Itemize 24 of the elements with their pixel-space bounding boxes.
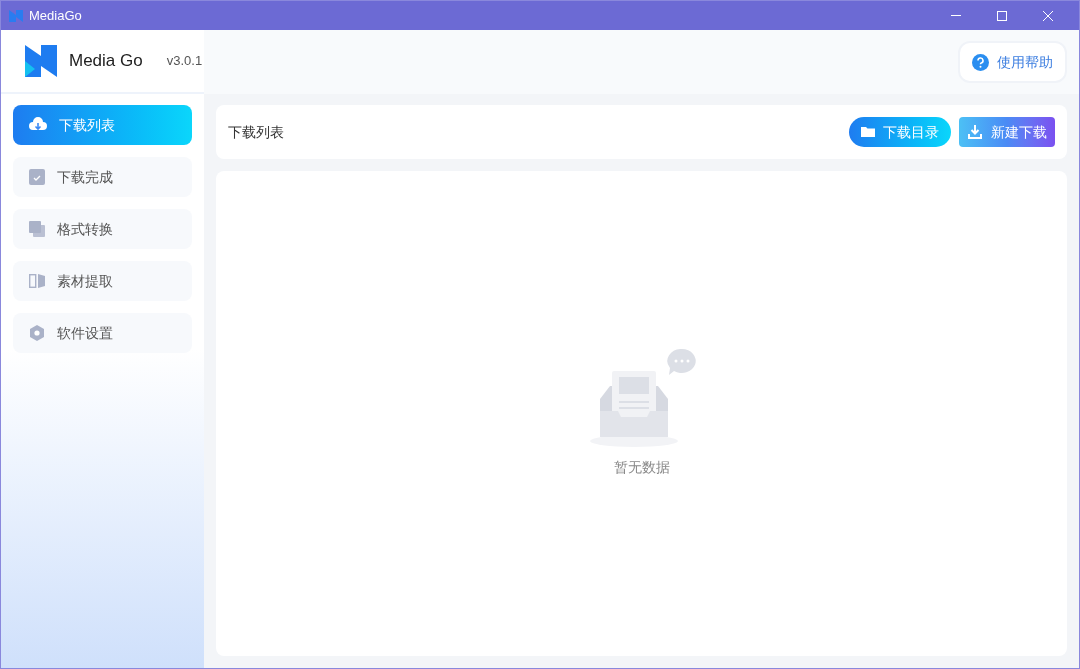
- app-logo-icon: [9, 9, 23, 22]
- app-name: Media Go: [69, 50, 143, 73]
- sidebar-item[interactable]: 下载完成: [13, 157, 192, 197]
- app-logo-icon: [25, 45, 57, 77]
- convert-icon: [29, 221, 45, 237]
- help-button[interactable]: 使用帮助: [958, 41, 1067, 83]
- page-title: 下载列表: [228, 122, 284, 142]
- help-icon: [972, 53, 989, 71]
- cloud-download-icon: [29, 117, 47, 133]
- film-icon: [29, 274, 45, 288]
- sidebar-item[interactable]: 素材提取: [13, 261, 192, 301]
- sidebar-item[interactable]: 软件设置: [13, 313, 192, 353]
- checkbox-icon: [29, 169, 45, 185]
- download-icon: [967, 124, 983, 140]
- minimize-icon: [951, 15, 961, 16]
- maximize-icon: [997, 10, 1007, 21]
- empty-text: 暂无数据: [613, 458, 670, 477]
- version-label: v3.0.1: [166, 52, 203, 71]
- close-icon: [1043, 10, 1053, 21]
- folder-icon: [861, 126, 875, 138]
- window-title: MediaGo: [29, 6, 82, 25]
- sidebar-item[interactable]: 格式转换: [13, 209, 192, 249]
- new-download-button[interactable]: 新建下载: [959, 117, 1055, 147]
- settings-icon: [29, 325, 45, 341]
